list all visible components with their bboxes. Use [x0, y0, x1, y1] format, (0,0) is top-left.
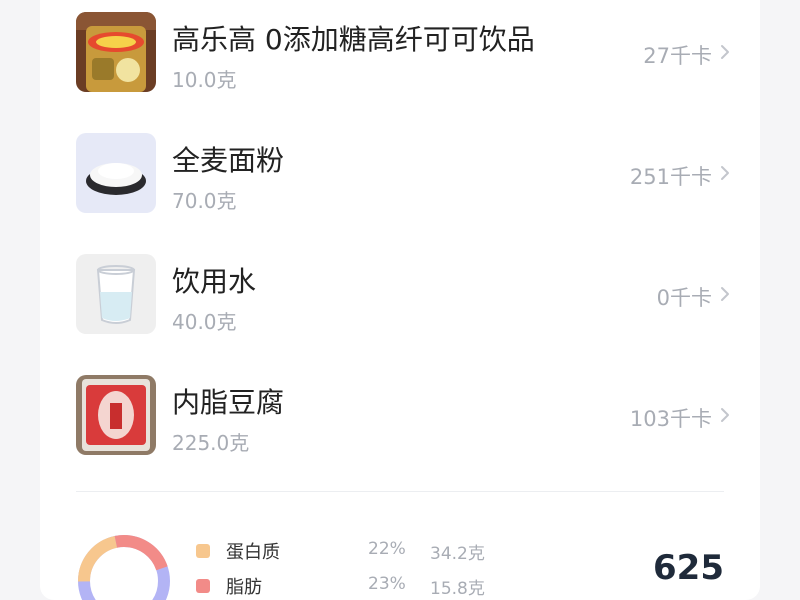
chevron-right-icon [721, 408, 729, 422]
food-row[interactable]: 高乐高 0添加糖高纤可可饮品 10.0克 27千卡 [76, 12, 736, 92]
food-thumbnail-flour [76, 133, 156, 213]
food-name: 内脂豆腐 [172, 386, 285, 419]
chevron-right-icon [721, 45, 729, 59]
meal-detail-card: 高乐高 0添加糖高纤可可饮品 10.0克 27千卡 全麦面粉 70.0克 251… [40, 0, 760, 600]
water-glass-image [76, 254, 156, 334]
food-calories: 27千卡 [643, 44, 712, 68]
food-weight: 70.0克 [172, 189, 237, 213]
food-calories: 0千卡 [656, 286, 712, 310]
macro-label: 脂肪 [226, 577, 262, 598]
food-weight: 225.0克 [172, 431, 250, 455]
food-name: 高乐高 0添加糖高纤可可饮品 [172, 23, 535, 56]
macro-row-protein: 蛋白质 22% 34.2克 [196, 538, 536, 564]
cocoa-jar-image [76, 12, 156, 92]
fat-legend-dot [196, 579, 210, 593]
food-name: 全麦面粉 [172, 144, 285, 177]
chevron-right-icon [721, 287, 729, 301]
food-thumbnail-water [76, 254, 156, 334]
food-row[interactable]: 内脂豆腐 225.0克 103千卡 [76, 375, 736, 455]
food-calories: 251千卡 [629, 165, 712, 189]
macro-amount: 34.2克 [430, 544, 485, 564]
chevron-right-icon [721, 166, 729, 180]
macro-percent: 22% [368, 539, 406, 559]
food-row[interactable]: 全麦面粉 70.0克 251千卡 [76, 133, 736, 213]
food-name: 饮用水 [172, 265, 257, 298]
food-thumbnail-tofu [76, 375, 156, 455]
divider [76, 491, 724, 492]
macro-donut-chart [78, 535, 170, 600]
macro-percent: 23% [368, 574, 406, 594]
total-calories: 625 [653, 548, 724, 588]
protein-legend-dot [196, 544, 210, 558]
flour-bowl-image [76, 133, 156, 213]
macro-label: 蛋白质 [226, 542, 280, 563]
food-weight: 10.0克 [172, 68, 237, 92]
food-row[interactable]: 饮用水 40.0克 0千卡 [76, 254, 736, 334]
food-calories: 103千卡 [629, 407, 712, 431]
tofu-package-image [76, 375, 156, 455]
macro-amount: 15.8克 [430, 579, 485, 599]
food-weight: 40.0克 [172, 310, 237, 334]
food-thumbnail-cocoa-drink [76, 12, 156, 92]
macro-row-fat: 脂肪 23% 15.8克 [196, 573, 536, 599]
